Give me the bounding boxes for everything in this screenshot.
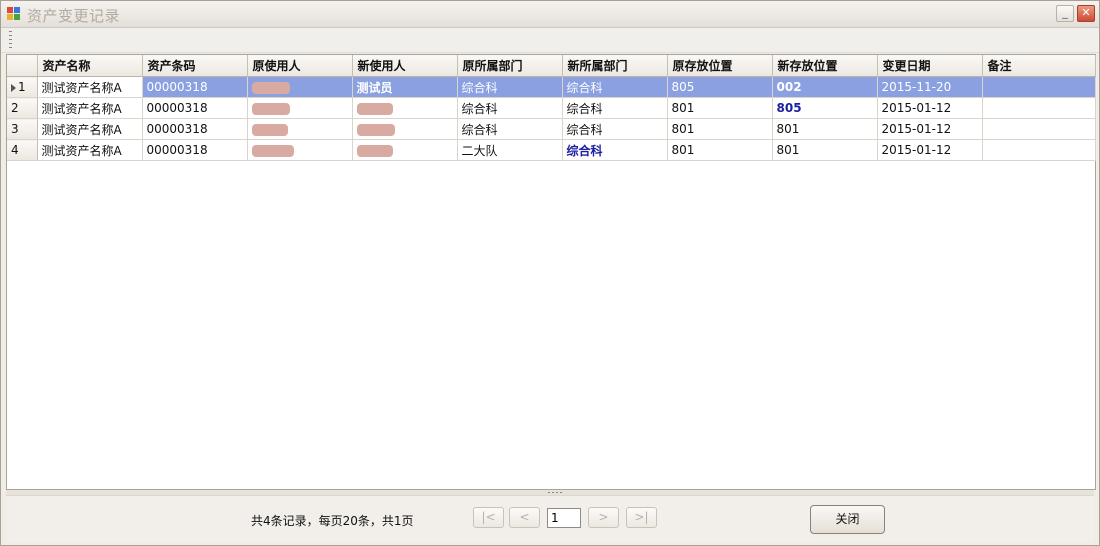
cell-remark[interactable] [982, 76, 1096, 98]
redacted-name [356, 123, 395, 136]
row-header[interactable]: 1 [7, 76, 38, 98]
redacted-name [251, 123, 288, 136]
title-bar: 资产变更记录 _ ✕ [1, 1, 1099, 28]
redacted-name [356, 144, 393, 157]
row-header[interactable]: 2 [7, 97, 38, 119]
cell-old-user[interactable] [247, 97, 353, 119]
redacted-name [251, 102, 290, 115]
column-header[interactable]: 备注 [982, 55, 1096, 77]
close-button[interactable]: 关闭 [810, 505, 885, 534]
minimize-icon: _ [1062, 6, 1068, 19]
minimize-button[interactable]: _ [1056, 5, 1074, 22]
cell-asset-name[interactable]: 测试资产名称A [37, 97, 143, 119]
cell-old-user[interactable] [247, 76, 353, 98]
table-row[interactable]: 4 测试资产名称A 00000318 二大队 综合科 801 801 2015-… [7, 139, 1096, 161]
cell-new-dept[interactable]: 综合科 [562, 118, 668, 140]
change-record-grid[interactable]: 资产名称 资产条码 原使用人 新使用人 原所属部门 新所属部门 原存放位置 新存… [6, 54, 1096, 490]
cell-change-date[interactable]: 2015-01-12 [877, 139, 983, 161]
cell-remark[interactable] [982, 139, 1096, 161]
cell-new-user[interactable] [352, 139, 458, 161]
cell-new-dept[interactable]: 综合科 [562, 76, 668, 98]
redacted-name [251, 81, 290, 94]
first-page-button[interactable]: |< [473, 507, 504, 528]
page-number-input[interactable] [547, 508, 581, 528]
cell-old-location[interactable]: 805 [667, 76, 773, 98]
cell-new-user[interactable]: 测试员 [352, 76, 458, 98]
cell-new-location[interactable]: 801 [772, 118, 878, 140]
cell-new-location[interactable]: 805 [772, 97, 878, 119]
table-row[interactable]: 2 测试资产名称A 00000318 综合科 综合科 801 805 2015-… [7, 97, 1096, 119]
toolbar-grip-icon[interactable] [9, 31, 12, 48]
cell-asset-name[interactable]: 测试资产名称A [37, 139, 143, 161]
cell-barcode[interactable]: 00000318 [142, 139, 248, 161]
cell-old-dept[interactable]: 二大队 [457, 139, 563, 161]
cell-remark[interactable] [982, 97, 1096, 119]
splitter-grip-icon [548, 492, 564, 493]
window-title: 资产变更记录 [27, 7, 121, 25]
redacted-name [251, 144, 294, 157]
redacted-name [356, 102, 393, 115]
record-count-text: 共4条记录，每页20条，共1页 [251, 514, 414, 528]
column-header[interactable]: 新所属部门 [562, 55, 668, 77]
column-header[interactable]: 资产条码 [142, 55, 248, 77]
cell-asset-name[interactable]: 测试资产名称A [37, 118, 143, 140]
cell-old-dept[interactable]: 综合科 [457, 118, 563, 140]
row-pointer-icon [11, 83, 16, 92]
cell-barcode[interactable]: 00000318 [142, 97, 248, 119]
window-close-button[interactable]: ✕ [1077, 5, 1095, 22]
pager-footer: 共4条记录，每页20条，共1页 |< < > >| 关闭 [6, 495, 1094, 542]
cell-new-location[interactable]: 801 [772, 139, 878, 161]
cell-new-user[interactable] [352, 97, 458, 119]
column-header[interactable]: 原使用人 [247, 55, 353, 77]
cell-old-location[interactable]: 801 [667, 139, 773, 161]
asset-change-window: 资产变更记录 _ ✕ 资产名称 资产条码 原使用人 新使用人 原所属部门 新所属 [0, 0, 1100, 546]
app-window-icon [7, 7, 21, 21]
cell-old-user[interactable] [247, 139, 353, 161]
change-record-table: 资产名称 资产条码 原使用人 新使用人 原所属部门 新所属部门 原存放位置 新存… [7, 55, 1096, 161]
table-row[interactable]: 1 测试资产名称A 00000318 测试员 综合科 综合科 805 002 2… [7, 76, 1096, 98]
cell-old-dept[interactable]: 综合科 [457, 76, 563, 98]
cell-old-location[interactable]: 801 [667, 118, 773, 140]
cell-new-location[interactable]: 002 [772, 76, 878, 98]
column-header[interactable]: 新使用人 [352, 55, 458, 77]
cell-old-dept[interactable]: 综合科 [457, 97, 563, 119]
cell-change-date[interactable]: 2015-01-12 [877, 97, 983, 119]
column-header[interactable]: 资产名称 [37, 55, 143, 77]
cell-old-location[interactable]: 801 [667, 97, 773, 119]
cell-barcode[interactable]: 00000318 [142, 118, 248, 140]
cell-change-date[interactable]: 2015-01-12 [877, 118, 983, 140]
row-header[interactable]: 4 [7, 139, 38, 161]
column-header[interactable]: 原所属部门 [457, 55, 563, 77]
row-header[interactable]: 3 [7, 118, 38, 140]
cell-new-user[interactable] [352, 118, 458, 140]
cell-old-user[interactable] [247, 118, 353, 140]
toolbar [1, 28, 1099, 53]
row-header-corner[interactable] [7, 55, 38, 77]
close-icon: ✕ [1081, 6, 1091, 19]
prev-page-button[interactable]: < [509, 507, 540, 528]
column-header[interactable]: 原存放位置 [667, 55, 773, 77]
cell-change-date[interactable]: 2015-11-20 [877, 76, 983, 98]
header-row: 资产名称 资产条码 原使用人 新使用人 原所属部门 新所属部门 原存放位置 新存… [7, 55, 1096, 77]
cell-barcode[interactable]: 00000318 [142, 76, 248, 98]
cell-remark[interactable] [982, 118, 1096, 140]
column-header[interactable]: 变更日期 [877, 55, 983, 77]
cell-new-dept[interactable]: 综合科 [562, 139, 668, 161]
table-row[interactable]: 3 测试资产名称A 00000318 综合科 综合科 801 801 2015-… [7, 118, 1096, 140]
last-page-button[interactable]: >| [626, 507, 657, 528]
cell-new-dept[interactable]: 综合科 [562, 97, 668, 119]
next-page-button[interactable]: > [588, 507, 619, 528]
cell-asset-name[interactable]: 测试资产名称A [37, 76, 143, 98]
column-header[interactable]: 新存放位置 [772, 55, 878, 77]
